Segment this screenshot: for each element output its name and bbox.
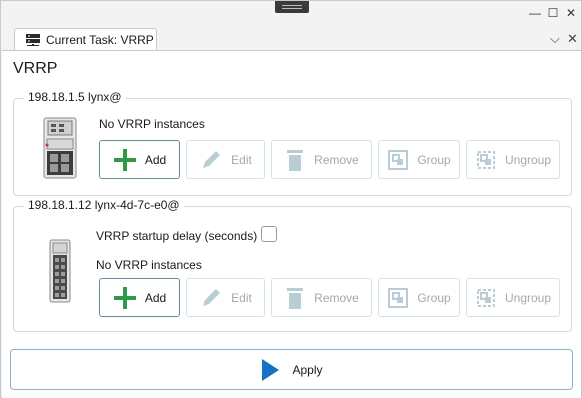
group-icon: [388, 287, 409, 308]
plus-icon: [113, 148, 136, 171]
edit-button-label: Edit: [231, 152, 252, 167]
trash-icon: [287, 287, 304, 309]
apply-button-label: Apply: [292, 362, 323, 377]
remove-button-label: Remove: [314, 290, 359, 305]
vrrp-status-label: No VRRP instances: [96, 258, 202, 272]
remove-button[interactable]: Remove: [271, 278, 372, 317]
drag-grip[interactable]: [275, 1, 309, 13]
trash-icon: [287, 149, 304, 171]
pencil-icon: [203, 150, 221, 168]
maximize-button[interactable]: ☐: [546, 6, 560, 20]
group-button-label: Group: [417, 290, 451, 305]
startup-delay-checkbox[interactable]: [261, 226, 277, 242]
pencil-icon: [203, 288, 221, 306]
tab-bar: Current Task: VRRP ⌵ ✕: [1, 25, 582, 51]
plus-icon: [113, 286, 136, 309]
content-panel: VRRP 198.18.1.5 lynx@ No VRRP instances …: [2, 50, 581, 398]
device-group-2: 198.18.1.12 lynx-4d-7c-e0@ VRRP startup …: [13, 198, 572, 332]
add-button-label: Add: [144, 152, 167, 167]
minimize-button[interactable]: —: [528, 6, 542, 20]
server-icon: [26, 34, 40, 46]
add-button[interactable]: Add: [99, 140, 180, 179]
group-button[interactable]: Group: [378, 140, 460, 179]
play-icon: [262, 358, 280, 381]
edit-button[interactable]: Edit: [186, 140, 265, 179]
device-legend: 198.18.1.12 lynx-4d-7c-e0@: [24, 198, 184, 212]
ungroup-button-label: Ungroup: [504, 152, 552, 167]
add-button[interactable]: Add: [99, 278, 180, 317]
device-group-1: 198.18.1.5 lynx@ No VRRP instances Add E…: [13, 90, 572, 196]
group-button[interactable]: Group: [378, 278, 460, 317]
ungroup-icon: [476, 288, 495, 307]
page-title: VRRP: [13, 60, 58, 77]
tab-current-task[interactable]: Current Task: VRRP: [14, 28, 157, 51]
tab-label: Current Task: VRRP: [46, 33, 154, 47]
device-legend: 198.18.1.5 lynx@: [24, 90, 126, 104]
switch-device-icon: [43, 117, 77, 179]
switch-device-icon: [49, 239, 71, 303]
group-icon: [388, 149, 409, 170]
close-tab-button[interactable]: ✕: [567, 32, 578, 45]
apply-button[interactable]: Apply: [10, 349, 573, 390]
add-button-label: Add: [144, 290, 167, 305]
ungroup-button[interactable]: Ungroup: [466, 278, 560, 317]
window: — ☐ ✕ Current Task: VRRP ⌵ ✕ VRRP 198.18…: [0, 0, 582, 398]
edit-button-label: Edit: [231, 290, 252, 305]
remove-button-label: Remove: [314, 152, 359, 167]
chevron-down-icon[interactable]: ⌵: [550, 32, 560, 45]
ungroup-button-label: Ungroup: [504, 290, 552, 305]
group-button-label: Group: [417, 152, 451, 167]
remove-button[interactable]: Remove: [271, 140, 372, 179]
close-window-button[interactable]: ✕: [564, 6, 578, 20]
vrrp-status-label: No VRRP instances: [99, 117, 205, 131]
startup-delay-label: VRRP startup delay (seconds): [96, 229, 258, 243]
ungroup-button[interactable]: Ungroup: [466, 140, 560, 179]
edit-button[interactable]: Edit: [186, 278, 265, 317]
ungroup-icon: [476, 150, 495, 169]
